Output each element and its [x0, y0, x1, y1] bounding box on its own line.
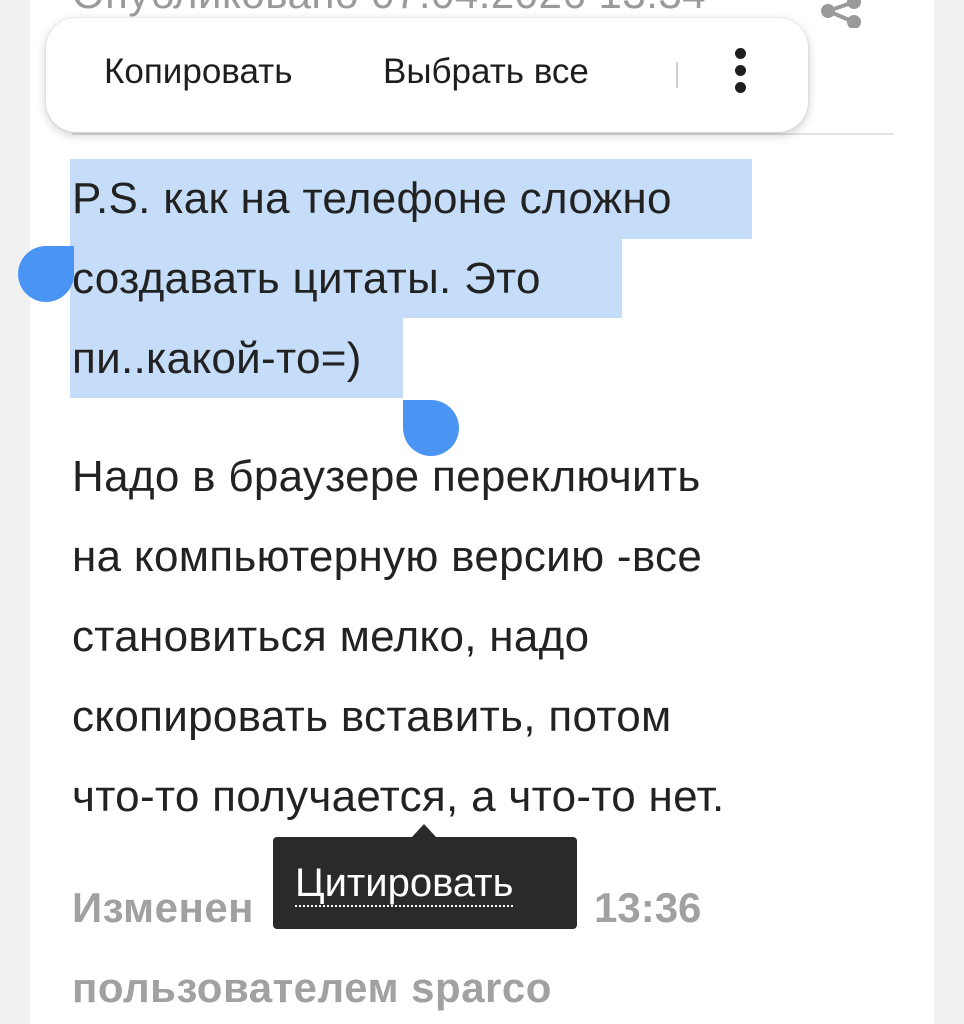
edited-label: Изменен — [72, 884, 255, 931]
quote-popup-arrow — [412, 824, 436, 837]
edited-time: 13:36 — [594, 884, 702, 931]
post-published-date: Опубликовано 07.04.2026 13:34 — [72, 0, 706, 18]
edited-by: пользователем sparco — [72, 964, 552, 1011]
text-line: Надо в браузере переключить — [72, 452, 701, 501]
select-all-button[interactable]: Выбрать все — [383, 52, 589, 92]
share-icon[interactable] — [818, 0, 866, 28]
text-line: на компьютерную версию -все — [72, 532, 703, 581]
header-divider — [72, 133, 894, 135]
quote-button-label: Цитировать — [295, 861, 514, 907]
text-line: P.S. как на телефоне сложно — [72, 174, 672, 223]
post-paragraph: Надо в браузере переключить на компьютер… — [72, 437, 725, 837]
text-line: что-то получается, а что-то нет. — [72, 772, 725, 821]
selected-paragraph[interactable]: P.S. как на телефоне сложно создавать ци… — [72, 159, 672, 399]
text-selection-toolbar: Копировать Выбрать все — [46, 18, 808, 132]
selection-start-handle[interactable] — [18, 246, 74, 302]
copy-button[interactable]: Копировать — [104, 52, 292, 92]
toolbar-separator — [676, 62, 678, 88]
text-line: становиться мелко, надо — [72, 612, 590, 661]
text-line: скопировать вставить, потом — [72, 692, 672, 741]
quote-button[interactable]: Цитировать — [273, 837, 577, 929]
more-vertical-icon[interactable] — [722, 48, 758, 104]
text-line: создавать цитаты. Это — [72, 254, 541, 303]
text-line: пи..какой-то=) — [72, 334, 362, 383]
